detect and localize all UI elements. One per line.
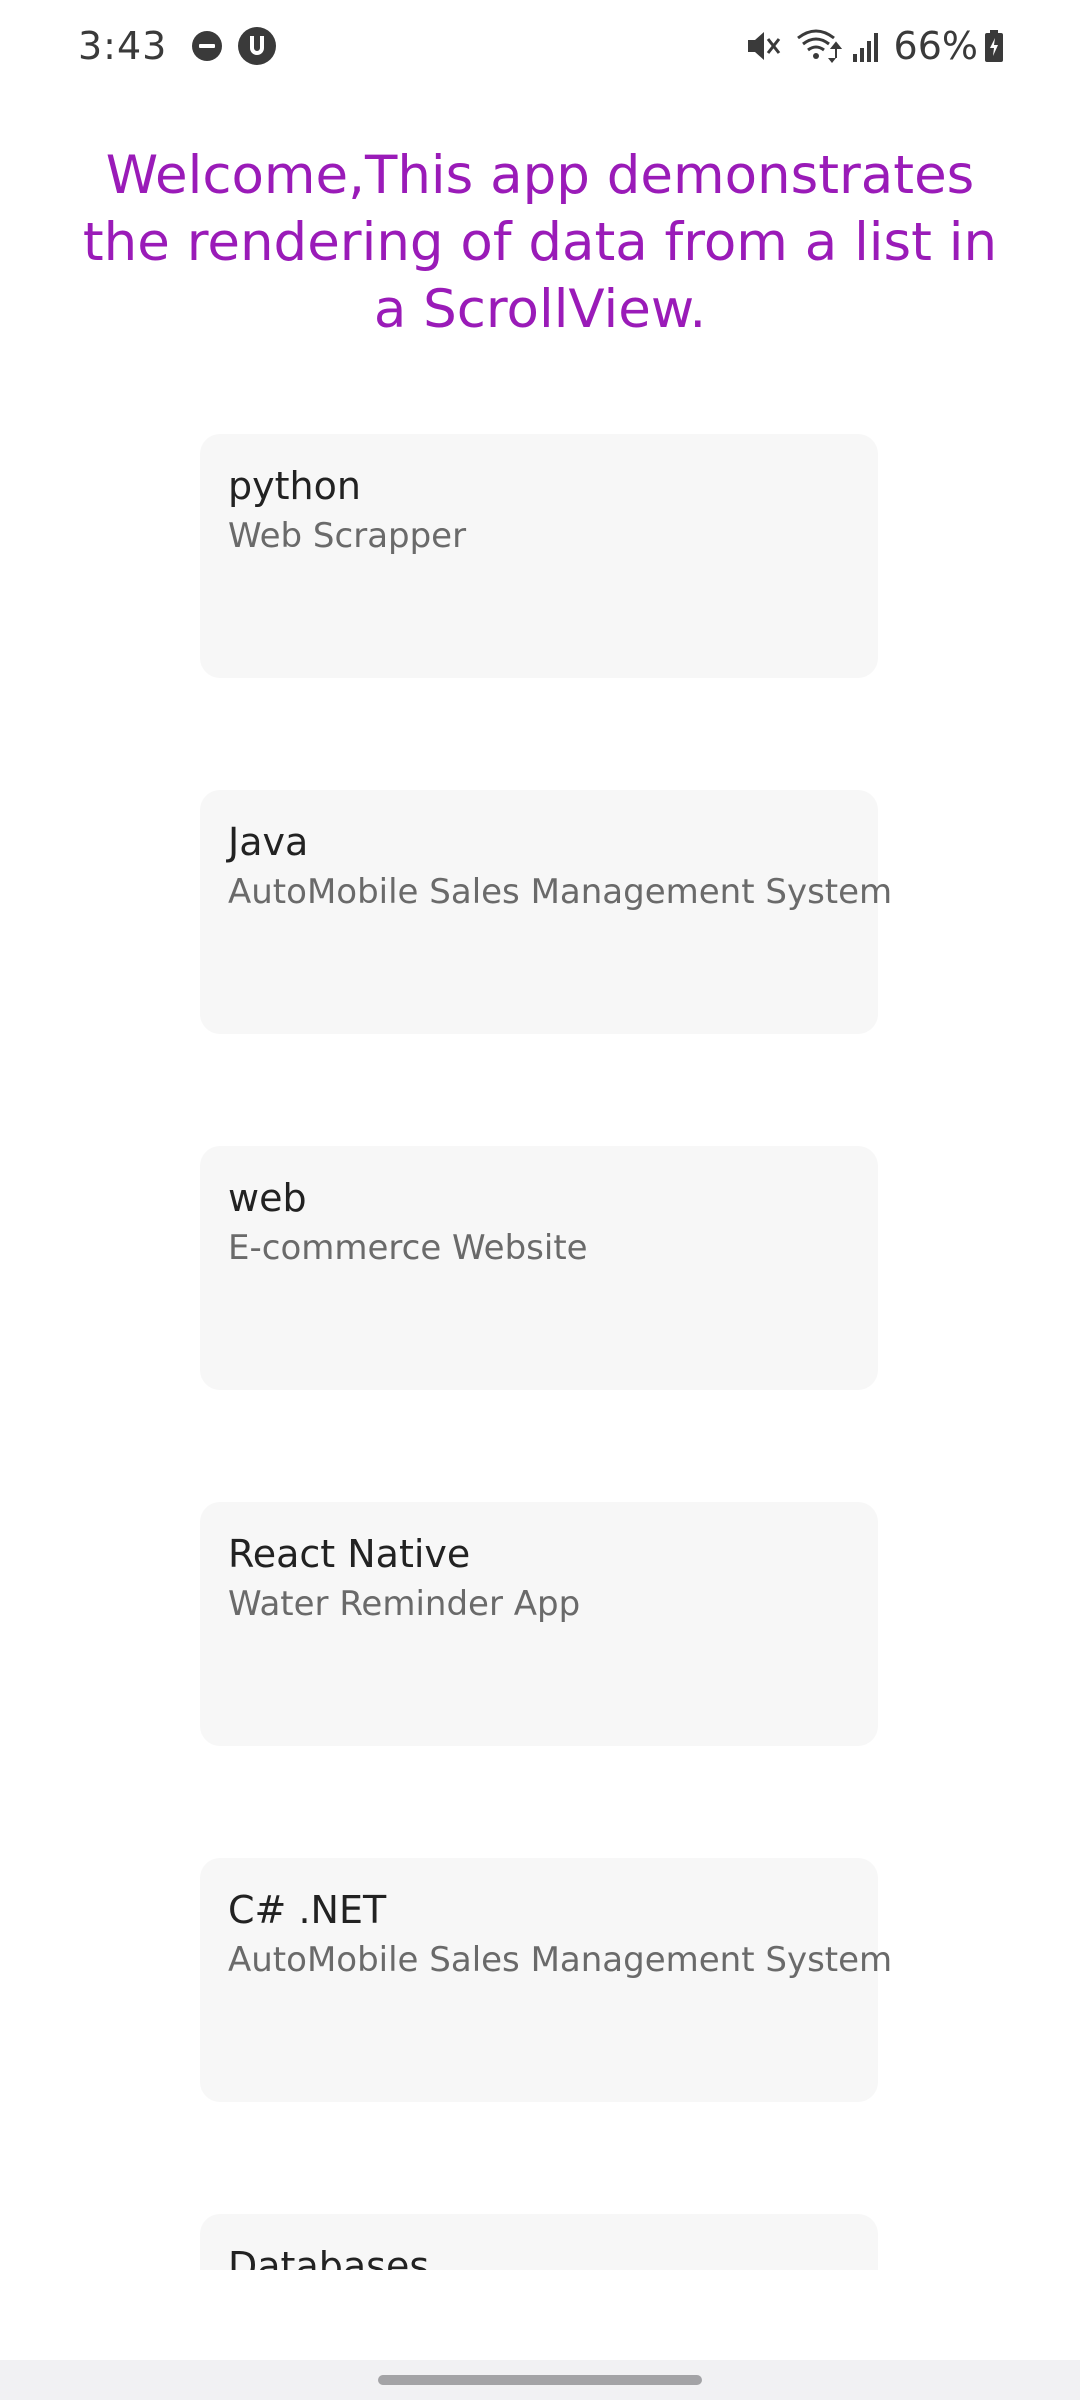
list-item[interactable]: React Native Water Reminder App xyxy=(200,1502,878,1746)
welcome-heading: Welcome,This app demonstrates the render… xyxy=(82,145,998,340)
item-subtitle: Water Reminder App xyxy=(228,1584,581,1624)
mute-icon xyxy=(747,32,780,60)
item-title: web xyxy=(228,1176,307,1220)
status-right: 66% xyxy=(744,24,1004,68)
vpn-icon xyxy=(238,27,277,65)
item-subtitle: AutoMobile Sales Management System xyxy=(228,872,893,912)
list-item[interactable]: Java AutoMobile Sales Management System xyxy=(200,790,893,1034)
navigation-bar xyxy=(0,2360,1080,2400)
item-subtitle: E-commerce Website xyxy=(228,1228,588,1268)
battery-percentage: 66% xyxy=(893,24,978,68)
app-screen: 3:43 66% Welcome,This app demonstrates t… xyxy=(0,0,1080,2400)
status-bar: 3:43 66% xyxy=(0,0,1080,92)
item-title: python xyxy=(228,464,361,508)
item-subtitle: AutoMobile Sales Management System xyxy=(228,1940,893,1980)
status-time: 3:43 xyxy=(78,24,168,68)
item-title: Databases xyxy=(228,2244,430,2270)
list-item[interactable]: C# .NET AutoMobile Sales Management Syst… xyxy=(200,1858,893,2102)
list-item[interactable]: Databases xyxy=(200,2214,878,2270)
battery-icon xyxy=(985,30,1003,62)
scroll-view[interactable]: python Web Scrapper Java AutoMobile Sale… xyxy=(0,400,1080,2270)
status-left: 3:43 xyxy=(78,24,277,68)
item-title: React Native xyxy=(228,1532,471,1576)
item-title: C# .NET xyxy=(228,1888,387,1932)
item-title: Java xyxy=(228,820,309,864)
list-item[interactable]: python Web Scrapper xyxy=(200,434,878,678)
item-subtitle: Web Scrapper xyxy=(228,516,467,556)
signal-icon xyxy=(852,33,878,62)
do-not-disturb-icon xyxy=(192,31,223,61)
home-gesture-handle[interactable] xyxy=(378,2375,702,2385)
wifi-icon xyxy=(796,29,842,63)
list-item[interactable]: web E-commerce Website xyxy=(200,1146,878,1390)
